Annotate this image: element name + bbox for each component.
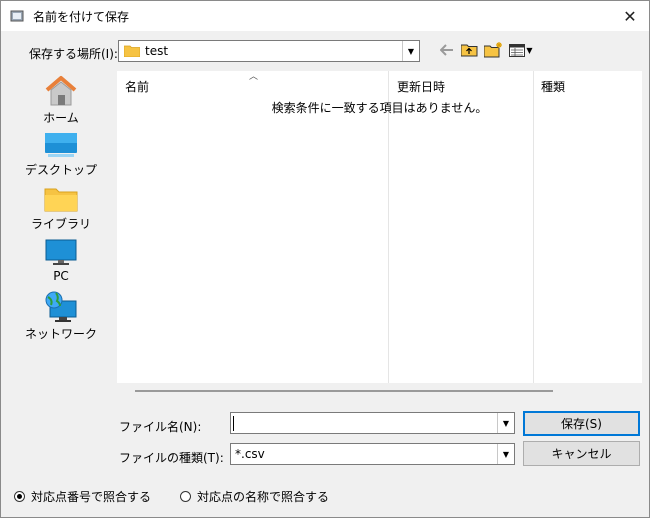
chevron-down-icon: ▼	[502, 449, 510, 459]
chevron-down-icon: ▼	[502, 418, 510, 428]
filename-input[interactable]: ▼	[230, 412, 515, 434]
place-label: ライブラリ	[30, 217, 91, 231]
back-button[interactable]	[438, 40, 456, 60]
file-list[interactable]: ︿ 名前 更新日時 種類 検索条件に一致する項目はありません。	[117, 71, 642, 383]
up-folder-button[interactable]	[459, 40, 479, 60]
horizontal-scrollbar[interactable]	[135, 390, 553, 392]
radio-match-by-name[interactable]: 対応点の名称で照合する	[180, 488, 329, 505]
column-header-name[interactable]: 名前	[125, 78, 149, 95]
empty-message: 検索条件に一致する項目はありません。	[271, 101, 488, 115]
home-icon	[45, 76, 77, 106]
places-bar: ホーム デスクトップ ライブラリ PC ネットワーク	[11, 71, 111, 391]
place-label: ネットワーク	[24, 327, 97, 341]
radio-match-by-number[interactable]: 対応点番号で照合する	[14, 488, 151, 505]
radio-indicator	[180, 491, 191, 502]
filename-label: ファイル名(N):	[119, 420, 202, 434]
view-menu-button[interactable]: ▼	[507, 40, 535, 60]
column-divider	[388, 71, 389, 383]
location-value: test	[145, 44, 169, 58]
close-icon: ✕	[623, 6, 637, 26]
place-pc[interactable]: PC	[11, 239, 111, 293]
filetype-value: *.csv	[235, 447, 265, 461]
pc-monitor-icon	[45, 239, 77, 265]
app-icon	[10, 10, 24, 22]
radio-label: 対応点番号で照合する	[31, 490, 152, 504]
radio-indicator	[14, 491, 25, 502]
radio-label: 対応点の名称で照合する	[197, 490, 330, 504]
view-list-icon	[509, 43, 526, 57]
save-as-dialog: 名前を付けて保存 ✕ 保存する場所(I): test ▼ ▼ ホーム デスクトッ…	[0, 0, 650, 518]
place-desktop[interactable]: デスクトップ	[11, 131, 111, 185]
place-libraries[interactable]: ライブラリ	[11, 185, 111, 239]
column-divider	[533, 71, 534, 383]
back-arrow-icon	[440, 44, 453, 56]
filetype-dropdown-arrow[interactable]: ▼	[497, 444, 514, 464]
library-folder-icon	[44, 188, 78, 212]
column-header-type[interactable]: 種類	[541, 78, 565, 95]
location-combo[interactable]: test ▼	[118, 40, 420, 62]
place-home[interactable]: ホーム	[11, 75, 111, 129]
new-folder-icon	[483, 42, 502, 58]
new-folder-button[interactable]	[482, 40, 504, 60]
location-dropdown-arrow[interactable]: ▼	[402, 41, 419, 61]
close-button[interactable]: ✕	[617, 4, 643, 28]
filetype-label: ファイルの種類(T):	[119, 451, 224, 465]
column-header-modified[interactable]: 更新日時	[397, 78, 445, 95]
filetype-select[interactable]: *.csv ▼	[230, 443, 515, 465]
desktop-icon	[45, 133, 77, 157]
sort-ascending-icon: ︿	[249, 72, 259, 82]
network-globe-icon	[45, 291, 77, 322]
cancel-button[interactable]: キャンセル	[523, 441, 640, 466]
place-label: ホーム	[43, 111, 79, 125]
filename-dropdown-arrow[interactable]: ▼	[497, 413, 514, 433]
title-bar: 名前を付けて保存 ✕	[1, 1, 649, 31]
place-label: PC	[53, 269, 69, 283]
up-folder-icon	[460, 44, 477, 57]
text-caret	[233, 416, 234, 431]
folder-icon	[124, 45, 140, 57]
view-dropdown-icon: ▼	[526, 45, 533, 55]
place-label: デスクトップ	[24, 163, 97, 177]
save-button[interactable]: 保存(S)	[523, 411, 640, 436]
chevron-down-icon: ▼	[407, 46, 415, 56]
place-network[interactable]: ネットワーク	[11, 291, 111, 345]
window-title: 名前を付けて保存	[33, 10, 130, 24]
location-label: 保存する場所(I):	[29, 47, 118, 61]
